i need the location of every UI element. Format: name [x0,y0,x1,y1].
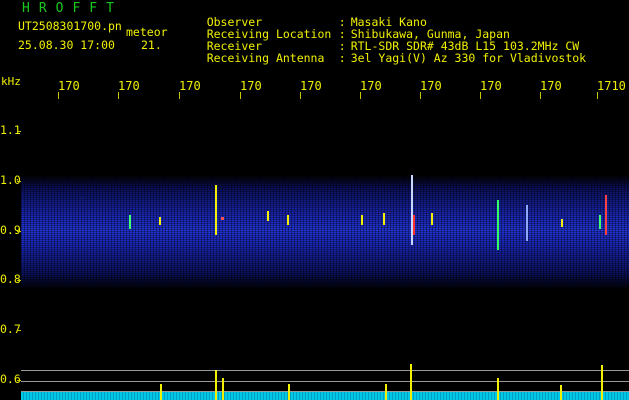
freq-tick-label: 170 [118,79,140,99]
level-spike [222,378,224,400]
freq-tick-label: 170 [300,79,322,99]
freq-tick-label: 170 [360,79,382,99]
freq-tick-label: 170 [58,79,80,99]
level-spike [385,384,387,400]
meteor-echo [431,213,433,225]
meteor-echo [413,215,415,235]
level-graph [21,392,629,400]
freq-tick-label: 170 [240,79,262,99]
meteor-echo [605,195,607,235]
meteor-count: 21. [141,38,162,52]
meteor-echo [361,215,363,225]
level-spike [160,384,162,400]
meteor-echo [221,217,224,220]
meteor-echo [497,200,499,250]
level-spike [410,364,412,400]
meteor-echo [129,215,131,229]
info-value: 3el Yagi(V) Az 330 for Vladivostok [350,50,587,65]
y-tick-mark [17,330,21,331]
level-spike [215,370,217,400]
level-spike [560,385,562,400]
freq-tick-label: 170 [179,79,201,99]
meteor-echo [267,211,269,221]
info-separator: : [338,50,346,65]
spectrogram-band [21,175,629,290]
file-type-label: meteor [126,25,168,39]
meteor-echo [599,215,601,229]
info-row-antenna: Receiving Antenna:3el Yagi(V) Az 330 for… [179,41,586,76]
file-name: UT2508301700.pn [18,19,122,33]
hrofft-window: HROFFT UT2508301700.pn meteor 25.08.30 1… [0,0,629,400]
level-spike [601,365,603,400]
meteor-echo [383,213,385,225]
level-spike [497,378,499,400]
app-title: HROFFT [22,1,123,16]
meteor-echo [287,215,289,225]
unit-label: kHz [1,75,21,88]
freq-tick-label: 170 [540,79,562,99]
meteor-echo [215,185,217,235]
level-spike [288,384,290,400]
meteor-echo [561,219,563,227]
level-threshold-line [21,370,629,371]
freq-tick-label: 170 [480,79,502,99]
level-threshold-line [21,381,629,382]
meteor-echo [159,217,161,225]
freq-tick-label: 1710 [597,79,626,99]
y-tick-mark [17,131,21,132]
timestamp: 25.08.30 17:00 [18,38,115,52]
freq-tick-label: 170 [420,79,442,99]
info-label: Receiving Antenna [206,50,325,65]
meteor-echo [526,205,528,241]
